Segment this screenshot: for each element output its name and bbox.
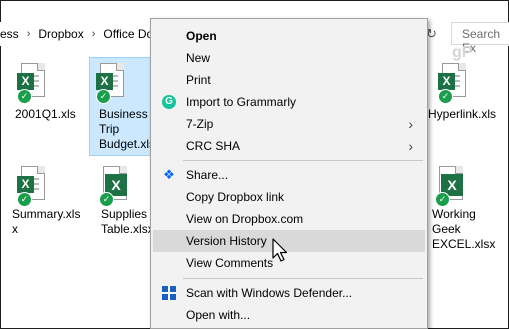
- menu-divider: [183, 278, 423, 279]
- excel-file-icon[interactable]: X ✓: [17, 63, 47, 104]
- excel-icon: X: [17, 73, 34, 90]
- breadcrumb-item[interactable]: ess: [0, 27, 19, 41]
- grammarly-icon: G: [162, 95, 176, 109]
- menu-item-label: Copy Dropbox link: [186, 190, 285, 204]
- menu-item-label: CRC SHA: [186, 139, 241, 153]
- file-item[interactable]: 2001Q1.xls: [15, 107, 87, 122]
- menu-item-copy-dropbox-link[interactable]: Copy Dropbox link: [153, 186, 425, 208]
- menu-item-import-grammarly[interactable]: G Import to Grammarly: [153, 91, 425, 113]
- windows-defender-icon: [162, 286, 176, 300]
- chevron-right-icon: ›: [26, 28, 31, 40]
- menu-item-label: Open: [186, 29, 217, 43]
- menu-item-label: Print: [186, 73, 211, 87]
- menu-item-label: Import to Grammarly: [186, 95, 297, 109]
- file-item[interactable]: Hyperlink.xls: [428, 107, 500, 122]
- menu-item-view-comments[interactable]: View Comments: [153, 252, 425, 274]
- menu-item-print[interactable]: Print: [153, 69, 425, 91]
- file-name: 2001Q1.xls: [15, 107, 76, 121]
- sync-check-icon: ✓: [17, 89, 32, 104]
- context-menu: Open New Print G Import to Grammarly 7-Z…: [150, 18, 428, 329]
- breadcrumb-item[interactable]: Dropbox: [38, 27, 83, 41]
- menu-item-label: New: [186, 51, 211, 65]
- menu-item-label: View on Dropbox.com: [186, 212, 304, 226]
- chevron-right-icon: ›: [91, 28, 96, 40]
- menu-item-label: View Comments: [186, 256, 274, 270]
- menu-item-7zip[interactable]: 7-Zip ›: [153, 113, 425, 135]
- mouse-cursor-icon: [272, 238, 288, 262]
- excel-file-icon[interactable]: X ✓: [99, 166, 129, 207]
- chevron-right-icon: ›: [408, 116, 413, 132]
- menu-item-view-on-dropbox[interactable]: View on Dropbox.com: [153, 208, 425, 230]
- menu-item-open-with[interactable]: Open with...: [153, 304, 425, 326]
- menu-item-label: Version History: [186, 234, 267, 248]
- file-name: Working: [432, 207, 476, 221]
- file-name: Geek: [432, 222, 461, 236]
- file-name: Summary.xls: [12, 207, 81, 221]
- sync-check-icon: ✓: [17, 192, 32, 207]
- excel-icon: X: [96, 73, 113, 90]
- sync-check-icon: ✓: [438, 89, 453, 104]
- menu-item-new[interactable]: New: [153, 47, 425, 69]
- menu-item-label: Scan with Windows Defender...: [186, 286, 353, 300]
- sync-check-icon: ✓: [99, 192, 114, 207]
- menu-item-label: 7-Zip: [186, 117, 214, 131]
- menu-item-crc-sha[interactable]: CRC SHA ›: [153, 135, 425, 157]
- file-name: Hyperlink.xls: [428, 107, 497, 121]
- file-name: EXCEL.xlsx: [432, 237, 496, 251]
- menu-item-open[interactable]: Open: [153, 25, 425, 47]
- breadcrumb: ess › Dropbox › Office Do: [0, 22, 153, 46]
- excel-icon: X: [438, 73, 455, 90]
- excel-file-icon[interactable]: X ✓: [96, 63, 126, 104]
- excel-file-icon[interactable]: X ✓: [435, 166, 465, 207]
- menu-item-share[interactable]: ❖ Share...: [153, 164, 425, 186]
- menu-item-scan-defender[interactable]: Scan with Windows Defender...: [153, 282, 425, 304]
- file-name: x: [12, 222, 18, 236]
- menu-divider: [183, 160, 423, 161]
- chevron-right-icon: ›: [408, 138, 413, 154]
- watermark-logo: gP: [452, 44, 473, 61]
- excel-icon: X: [17, 176, 34, 193]
- sync-check-icon: ✓: [96, 89, 111, 104]
- excel-file-icon[interactable]: X ✓: [438, 63, 468, 104]
- menu-item-label: Open with...: [186, 308, 251, 322]
- menu-item-version-history[interactable]: Version History: [153, 230, 425, 252]
- search-input[interactable]: Search Ex: [451, 22, 509, 55]
- file-item[interactable]: Working Geek EXCEL.xlsx: [432, 207, 504, 252]
- sync-check-icon: ✓: [435, 192, 450, 207]
- menu-item-label: Share...: [186, 168, 229, 182]
- breadcrumb-item[interactable]: Office Do: [103, 27, 153, 41]
- file-item[interactable]: Summary.xls x: [12, 207, 84, 237]
- excel-file-icon[interactable]: X ✓: [17, 166, 47, 207]
- dropbox-icon: ❖: [163, 167, 175, 182]
